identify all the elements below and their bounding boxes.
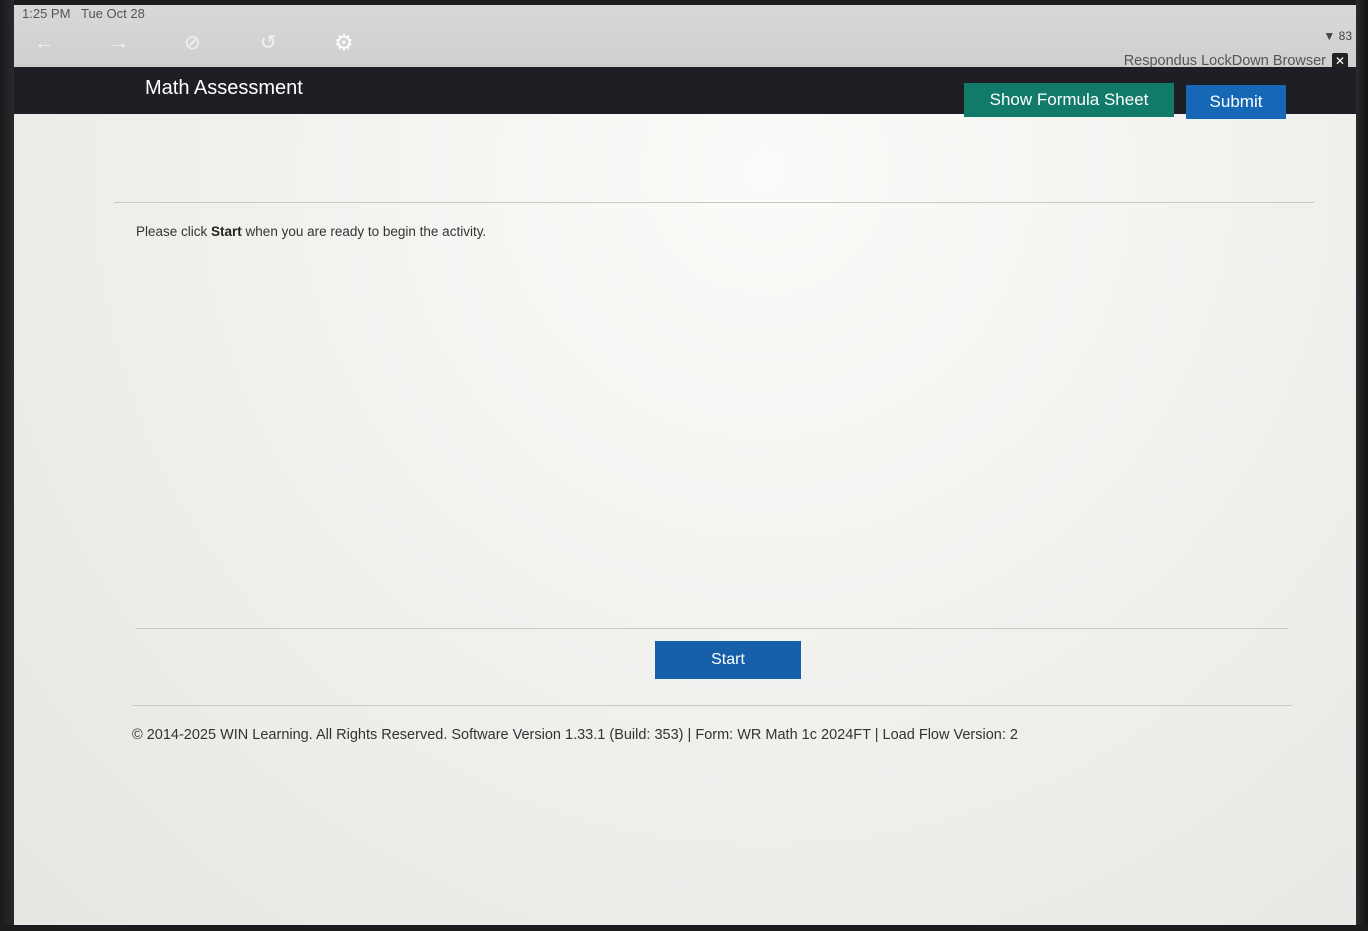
content-divider <box>136 628 1288 629</box>
assessment-header: Math Assessment Show Formula Sheet Submi… <box>14 67 1356 119</box>
battery-level: 83 <box>1338 29 1352 43</box>
forward-arrow-icon[interactable]: → <box>109 33 129 53</box>
wifi-icon: ▼ <box>1323 29 1336 43</box>
status-indicators: ▼ 83 <box>1323 29 1352 43</box>
tablet-screen: 1:25 PM Tue Oct 28 ← → ⊘ ↺ ⚙ ▼ 83 Respon… <box>14 5 1356 925</box>
device-bezel-bottom <box>0 925 1368 931</box>
start-button[interactable]: Start <box>655 641 801 679</box>
page-title: Math Assessment <box>145 77 303 99</box>
instruction-start-keyword: Start <box>211 224 242 239</box>
top-divider <box>114 202 1314 203</box>
footer-divider <box>132 705 1292 706</box>
device-bezel-right <box>1356 0 1368 931</box>
instruction-text-before: Please click <box>136 224 212 239</box>
back-arrow-icon[interactable]: ← <box>34 33 54 53</box>
reload-icon[interactable]: ↺ <box>260 33 277 53</box>
instructions-text: Please click Start when you are ready to… <box>136 224 486 239</box>
status-date: Tue Oct 28 <box>81 6 145 21</box>
status-bar: 1:25 PM Tue Oct 28 <box>22 6 145 21</box>
submit-button[interactable]: Submit <box>1186 85 1286 119</box>
stop-icon[interactable]: ⊘ <box>184 33 201 53</box>
show-formula-sheet-button[interactable]: Show Formula Sheet <box>964 83 1174 117</box>
device-bezel-left <box>0 0 14 931</box>
browser-toolbar: 1:25 PM Tue Oct 28 ← → ⊘ ↺ ⚙ ▼ 83 Respon… <box>14 5 1356 69</box>
instruction-text-after: when you are ready to begin the activity… <box>241 224 487 239</box>
copyright-footer: © 2014-2025 WIN Learning. All Rights Res… <box>132 727 1018 743</box>
status-time: 1:25 PM <box>22 6 71 21</box>
settings-gear-icon[interactable]: ⚙ <box>334 32 354 54</box>
